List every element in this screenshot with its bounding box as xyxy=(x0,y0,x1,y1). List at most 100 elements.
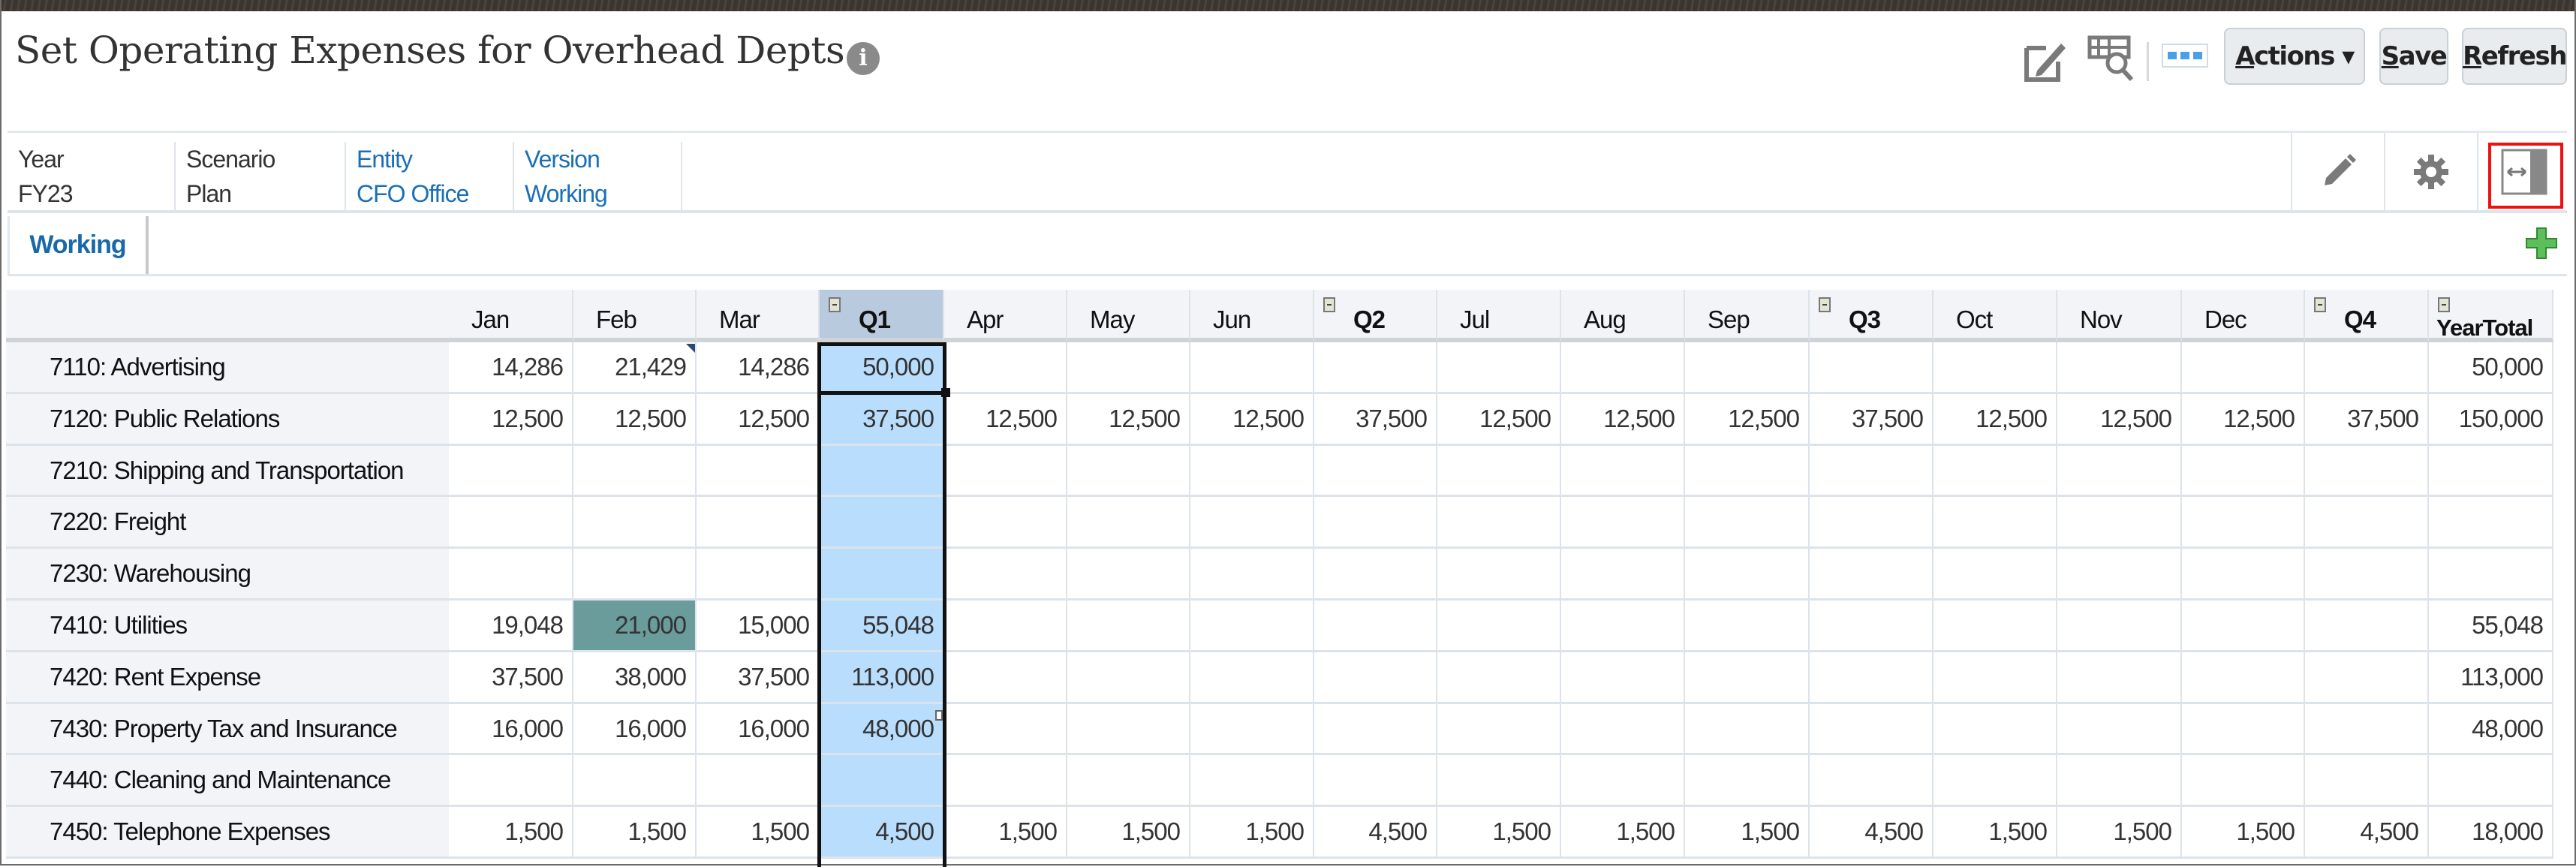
grid-cell[interactable] xyxy=(2057,652,2182,704)
grid-cell[interactable]: 1,500 xyxy=(1561,807,1685,859)
grid-cell[interactable] xyxy=(1934,601,2057,652)
more-icon[interactable] xyxy=(2162,44,2208,68)
grid-cell[interactable] xyxy=(1314,652,1437,704)
refresh-button[interactable]: Refresh xyxy=(2462,28,2567,85)
row-header[interactable]: 7440: Cleaning and Maintenance xyxy=(6,755,449,808)
grid-cell[interactable]: 12,500 xyxy=(2182,393,2305,446)
grid-cell[interactable] xyxy=(1314,497,1437,549)
grid-cell[interactable] xyxy=(1437,497,1561,549)
grid-cell[interactable]: 1,500 xyxy=(1685,807,1810,859)
grid-cell[interactable]: 37,500 xyxy=(1314,393,1437,446)
grid-cell[interactable] xyxy=(2305,703,2429,756)
grid-cell[interactable] xyxy=(2182,703,2305,756)
grid-cell[interactable] xyxy=(1190,652,1314,704)
column-header-q4[interactable]: Q4 xyxy=(2305,290,2429,342)
grid-cell[interactable] xyxy=(1190,601,1314,652)
collapse-icon[interactable] xyxy=(1323,297,1335,312)
grid-cell[interactable]: 19,048 xyxy=(449,601,573,652)
tab-working[interactable]: Working xyxy=(8,216,149,274)
grid-cell[interactable] xyxy=(449,497,573,549)
grid-cell[interactable]: 15,000 xyxy=(697,601,820,652)
grid-cell[interactable] xyxy=(1067,549,1190,601)
grid-cell[interactable]: 38,000 xyxy=(573,652,697,704)
grid-cell[interactable]: 1,500 xyxy=(2182,807,2305,859)
column-header-aug[interactable]: Aug xyxy=(1561,290,1685,342)
grid-cell[interactable] xyxy=(1437,342,1561,394)
grid-cell[interactable]: 48,000 xyxy=(2429,703,2553,756)
column-header-apr[interactable]: Apr xyxy=(944,290,1067,342)
grid-cell[interactable]: 12,500 xyxy=(573,393,697,446)
grid-cell[interactable]: 1,500 xyxy=(1437,807,1561,859)
grid-cell[interactable] xyxy=(1685,755,1810,808)
grid-cell[interactable] xyxy=(1685,497,1810,549)
grid-cell[interactable] xyxy=(2305,497,2429,549)
grid-cell[interactable] xyxy=(2305,445,2429,498)
grid-cell[interactable] xyxy=(820,497,944,549)
grid-cell[interactable]: 16,000 xyxy=(697,703,820,756)
column-header-feb[interactable]: Feb xyxy=(573,290,697,342)
grid-cell[interactable] xyxy=(2305,342,2429,394)
grid-cell[interactable] xyxy=(1190,497,1314,549)
grid-cell[interactable] xyxy=(1314,549,1437,601)
grid-cell[interactable] xyxy=(944,342,1067,394)
grid-cell[interactable] xyxy=(1810,755,1934,808)
grid-cell[interactable] xyxy=(1067,755,1190,808)
grid-cell[interactable] xyxy=(1934,497,2057,549)
collapse-icon[interactable] xyxy=(2438,297,2450,312)
grid-cell[interactable]: 12,500 xyxy=(1067,393,1190,446)
grid-cell[interactable] xyxy=(1810,497,1934,549)
grid-cell[interactable]: 4,500 xyxy=(2305,807,2429,859)
grid-cell[interactable]: 12,500 xyxy=(1934,393,2057,446)
grid-cell[interactable]: 1,500 xyxy=(944,807,1067,859)
grid-cell[interactable] xyxy=(1934,703,2057,756)
grid-cell[interactable] xyxy=(449,445,573,498)
grid-cell[interactable] xyxy=(1437,601,1561,652)
grid-cell[interactable] xyxy=(1934,342,2057,394)
grid-cell[interactable] xyxy=(1190,342,1314,394)
grid-cell[interactable] xyxy=(2429,445,2553,498)
grid-cell[interactable] xyxy=(1810,601,1934,652)
grid-cell[interactable] xyxy=(1561,652,1685,704)
edit-form-icon[interactable] xyxy=(2019,33,2072,86)
row-header[interactable]: 7210: Shipping and Transportation xyxy=(6,445,449,498)
grid-cell[interactable]: 21,000 xyxy=(573,601,697,652)
row-header[interactable]: 7450: Telephone Expenses xyxy=(6,807,449,859)
grid-cell[interactable]: 16,000 xyxy=(449,703,573,756)
grid-cell[interactable] xyxy=(1314,755,1437,808)
grid-cell[interactable] xyxy=(573,497,697,549)
column-header-may[interactable]: May xyxy=(1067,290,1190,342)
grid-cell[interactable]: 12,500 xyxy=(1561,393,1685,446)
grid-cell[interactable] xyxy=(2057,703,2182,756)
column-header-jul[interactable]: Jul xyxy=(1437,290,1561,342)
collapse-icon[interactable] xyxy=(1819,297,1831,312)
grid-cell[interactable] xyxy=(2182,755,2305,808)
grid-cell[interactable] xyxy=(2305,652,2429,704)
grid-cell[interactable] xyxy=(1810,652,1934,704)
grid-cell[interactable] xyxy=(449,755,573,808)
grid-cell[interactable] xyxy=(1561,755,1685,808)
grid-cell[interactable] xyxy=(449,549,573,601)
column-header-mar[interactable]: Mar xyxy=(697,290,820,342)
grid-cell[interactable] xyxy=(2057,601,2182,652)
grid-cell[interactable] xyxy=(944,497,1067,549)
grid-cell[interactable]: 150,000 xyxy=(2429,393,2553,446)
grid-cell[interactable] xyxy=(2305,549,2429,601)
grid-cell[interactable] xyxy=(1067,703,1190,756)
grid-cell[interactable]: 50,000 xyxy=(2429,342,2553,394)
grid-cell[interactable] xyxy=(1314,601,1437,652)
grid-cell[interactable] xyxy=(573,755,697,808)
grid-cell[interactable] xyxy=(944,601,1067,652)
collapse-icon[interactable] xyxy=(829,297,841,312)
grid-cell[interactable]: 14,286 xyxy=(697,342,820,394)
grid-cell[interactable]: 37,500 xyxy=(1810,393,1934,446)
grid-cell[interactable] xyxy=(1685,703,1810,756)
grid-cell[interactable] xyxy=(1067,342,1190,394)
grid-cell[interactable] xyxy=(1314,342,1437,394)
grid-cell[interactable]: 1,500 xyxy=(1934,807,2057,859)
grid-cell[interactable] xyxy=(697,497,820,549)
plus-icon[interactable] xyxy=(2525,227,2558,260)
grid-cell[interactable] xyxy=(697,755,820,808)
grid-cell[interactable]: 37,500 xyxy=(2305,393,2429,446)
grid-cell[interactable] xyxy=(944,755,1067,808)
grid-cell[interactable] xyxy=(944,445,1067,498)
